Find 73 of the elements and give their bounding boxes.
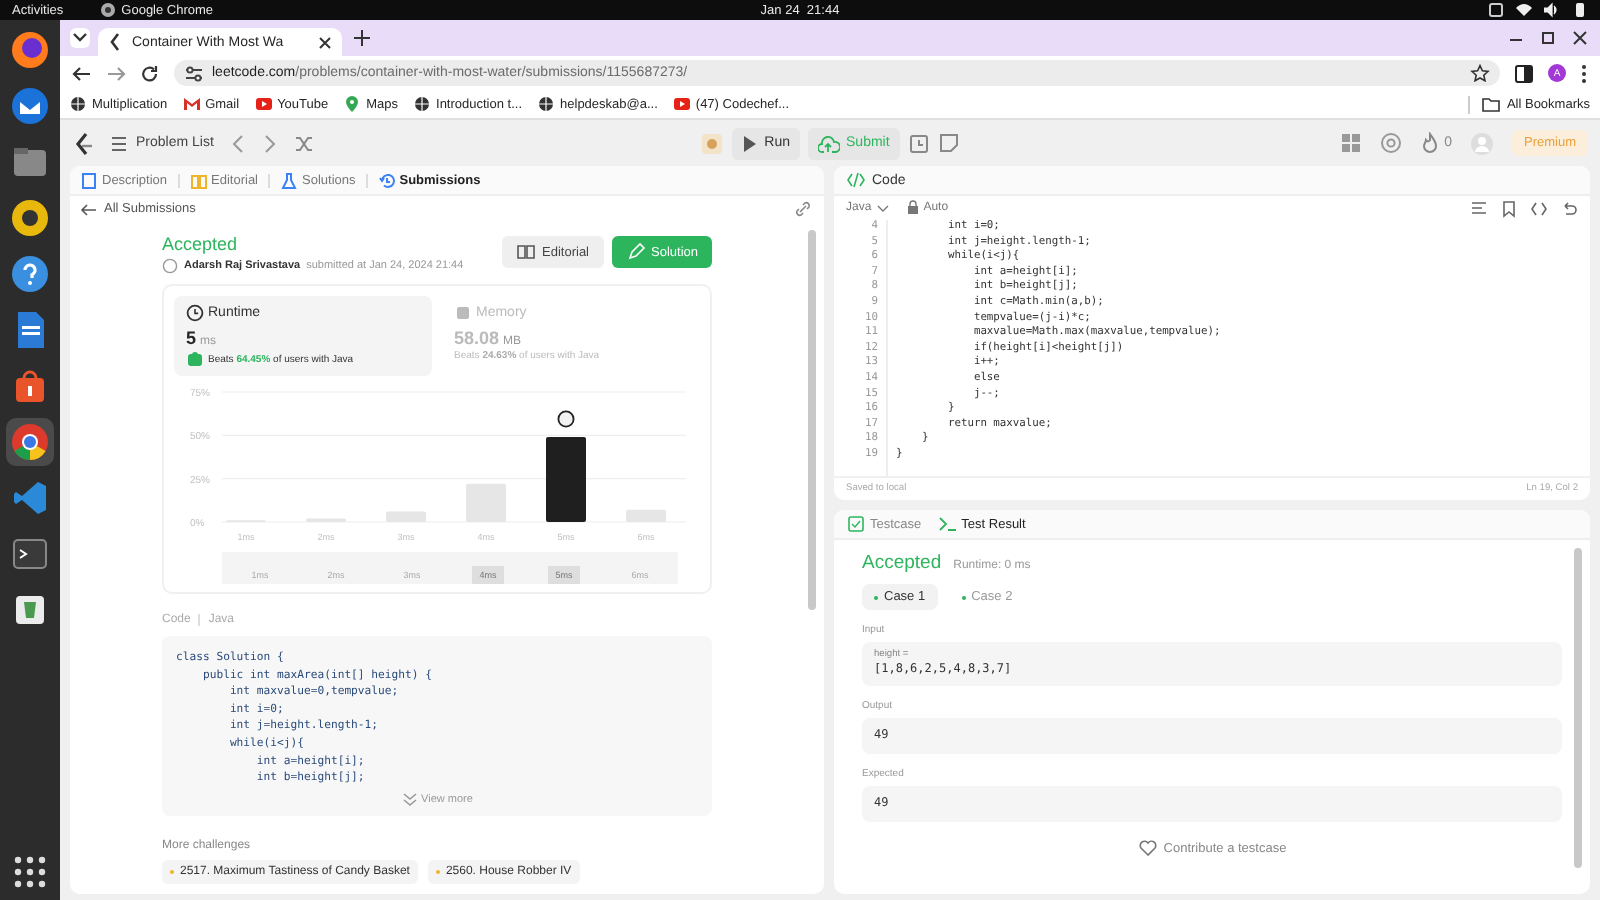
- badge-icon: [186, 350, 204, 368]
- timer-icon[interactable]: [907, 132, 930, 154]
- site-logo-icon: [108, 32, 124, 52]
- shuffle-icon[interactable]: [293, 133, 314, 153]
- battery-icon[interactable]: [1572, 2, 1588, 18]
- heart-icon: [1137, 838, 1158, 858]
- volume-icon[interactable]: [1544, 2, 1560, 18]
- terminal-icon: [937, 514, 958, 534]
- checkbox-icon: [846, 514, 866, 534]
- braces-icon[interactable]: [1530, 199, 1548, 217]
- forward-icon[interactable]: [106, 63, 126, 83]
- mail-icon: [183, 96, 200, 112]
- reload-icon[interactable]: [140, 63, 160, 83]
- flask-icon: [280, 171, 298, 189]
- close-icon[interactable]: [1572, 30, 1588, 46]
- result-status: Accepted: [862, 552, 942, 574]
- scrollbar-thumb[interactable]: [1574, 548, 1582, 868]
- app-grid-icon[interactable]: [10, 852, 50, 892]
- speaker-icon[interactable]: [10, 198, 50, 238]
- site-settings-icon[interactable]: [184, 63, 204, 83]
- cloud-upload-icon: [818, 133, 841, 153]
- tab-search-icon[interactable]: [70, 28, 90, 48]
- maximize-icon[interactable]: [1540, 30, 1556, 46]
- trash-icon[interactable]: [10, 590, 50, 630]
- folder-icon[interactable]: [10, 142, 50, 182]
- folder-icon: [1482, 95, 1501, 113]
- bookmark-icon[interactable]: [1500, 199, 1518, 217]
- list-icon: [110, 133, 128, 153]
- mail-app-icon[interactable]: [10, 86, 50, 126]
- wifi-icon[interactable]: [1516, 2, 1532, 18]
- avatar-icon: [162, 258, 178, 274]
- chevron-down-icon: [875, 203, 890, 213]
- avatar-marker-icon: [557, 410, 575, 428]
- side-panel-icon[interactable]: [1514, 63, 1534, 83]
- code-editor-icon[interactable]: [10, 478, 50, 518]
- globe-icon: [538, 96, 555, 112]
- reset-icon[interactable]: [1560, 199, 1578, 217]
- flame-icon: [1420, 132, 1441, 154]
- back-arrow-icon: [80, 201, 98, 217]
- close-icon[interactable]: [318, 35, 332, 49]
- clock-icon: [186, 304, 204, 322]
- scrollbar-thumb[interactable]: [808, 230, 816, 610]
- stat-value: 5: [186, 328, 197, 348]
- site-logo-icon[interactable]: [72, 131, 94, 155]
- history-icon: [377, 171, 396, 189]
- document-icon: [80, 171, 98, 189]
- note-icon[interactable]: [937, 132, 960, 154]
- shopping-bag-icon[interactable]: [10, 366, 50, 406]
- video-icon: [673, 96, 690, 112]
- lock-icon: [905, 200, 920, 216]
- book-icon: [516, 242, 537, 262]
- link-icon[interactable]: [794, 200, 812, 218]
- code-icon: [846, 170, 866, 190]
- map-pin-icon: [344, 96, 361, 112]
- star-icon[interactable]: [1470, 64, 1490, 82]
- help-icon[interactable]: [10, 254, 50, 294]
- screen-icon[interactable]: [1488, 2, 1504, 18]
- terminal-icon[interactable]: [10, 534, 50, 574]
- globe-icon: [70, 96, 86, 112]
- play-icon: [742, 133, 759, 153]
- submission-status: Accepted: [162, 232, 240, 256]
- chevron-down-icon: [401, 791, 418, 808]
- video-icon: [255, 96, 272, 112]
- book-icon: [189, 171, 208, 189]
- browser-icon[interactable]: [10, 30, 50, 70]
- stat-value: 58.08: [454, 328, 500, 348]
- back-icon[interactable]: [72, 63, 92, 83]
- menu-icon[interactable]: [1580, 63, 1588, 83]
- new-tab-icon[interactable]: [354, 30, 370, 46]
- format-icon[interactable]: [1470, 199, 1488, 215]
- edit-icon: [625, 242, 645, 262]
- globe-icon: [414, 96, 431, 112]
- chip-icon: [454, 304, 472, 322]
